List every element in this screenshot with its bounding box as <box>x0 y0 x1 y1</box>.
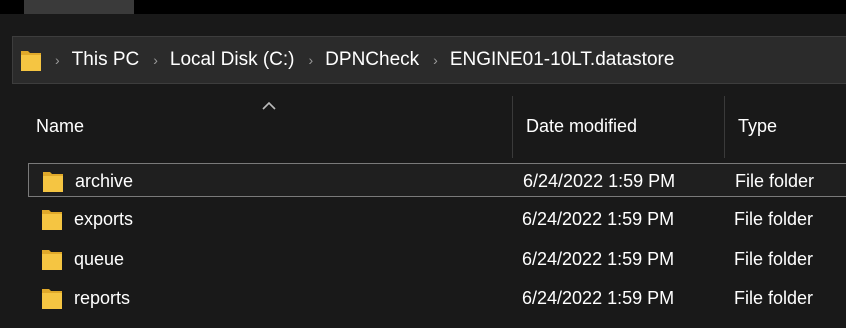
address-bar[interactable]: › This PC › Local Disk (C:) › DPNCheck ›… <box>12 36 846 84</box>
chevron-right-icon[interactable]: › <box>55 53 60 67</box>
file-explorer-window: › This PC › Local Disk (C:) › DPNCheck ›… <box>0 0 846 328</box>
file-type: File folder <box>734 209 814 229</box>
folder-icon <box>43 170 63 192</box>
breadcrumb-datastore[interactable]: ENGINE01-10LT.datastore <box>450 49 675 71</box>
column-divider[interactable] <box>512 96 513 158</box>
chevron-right-icon[interactable]: › <box>153 53 158 67</box>
chevron-right-icon[interactable]: › <box>433 53 438 67</box>
folder-icon <box>21 49 41 71</box>
file-row-queue[interactable]: queue 6/24/2022 1:59 PM File folder <box>28 242 846 276</box>
file-date-modified: 6/24/2022 1:59 PM <box>522 209 675 229</box>
column-header-type[interactable]: Type <box>738 116 777 137</box>
breadcrumb-dpncheck[interactable]: DPNCheck <box>325 49 419 71</box>
file-type: File folder <box>734 288 814 308</box>
folder-icon <box>42 287 62 309</box>
sort-ascending-icon <box>262 98 276 110</box>
file-type: File folder <box>735 171 815 191</box>
chevron-right-icon[interactable]: › <box>309 53 314 67</box>
folder-icon <box>42 208 62 230</box>
column-header-row: Name Date modified Type <box>0 96 846 158</box>
file-type: File folder <box>734 249 814 269</box>
file-row-reports[interactable]: reports 6/24/2022 1:59 PM File folder <box>28 281 846 315</box>
file-date-modified: 6/24/2022 1:59 PM <box>522 249 675 269</box>
file-date-modified: 6/24/2022 1:59 PM <box>522 288 675 308</box>
column-divider[interactable] <box>724 96 725 158</box>
file-name: archive <box>75 171 134 191</box>
column-header-name[interactable]: Name <box>36 116 84 137</box>
breadcrumb-this-pc[interactable]: This PC <box>72 49 140 71</box>
breadcrumb-local-disk[interactable]: Local Disk (C:) <box>170 49 295 71</box>
file-name: exports <box>74 209 134 229</box>
file-row-exports[interactable]: exports 6/24/2022 1:59 PM File folder <box>28 202 846 236</box>
folder-icon <box>42 248 62 270</box>
file-row-archive[interactable]: archive 6/24/2022 1:59 PM File folder <box>28 163 846 197</box>
ribbon-tab[interactable] <box>24 0 134 14</box>
file-name: reports <box>74 288 131 308</box>
column-header-date-modified[interactable]: Date modified <box>526 116 637 137</box>
file-name: queue <box>74 249 125 269</box>
file-date-modified: 6/24/2022 1:59 PM <box>523 171 676 191</box>
ribbon-strip <box>0 0 846 14</box>
